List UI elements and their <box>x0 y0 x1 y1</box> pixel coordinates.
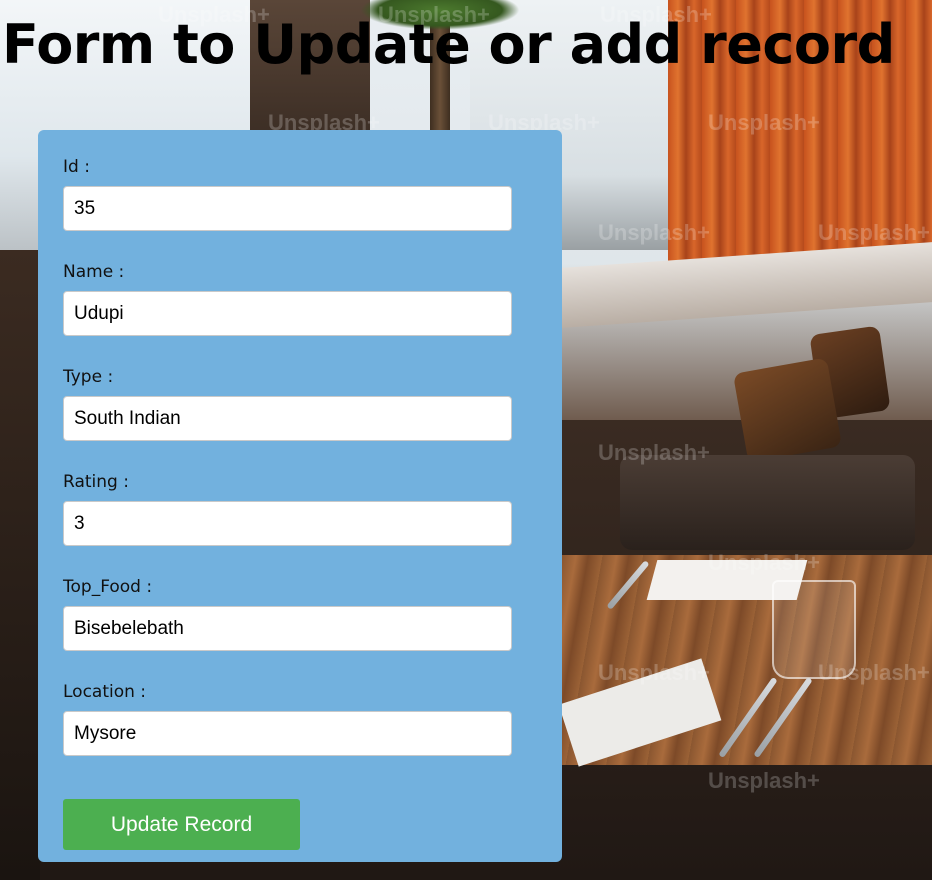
top-food-input[interactable] <box>63 606 512 651</box>
watermark-text: Unsplash+ <box>818 660 930 685</box>
form-field-type: Type : <box>63 366 512 471</box>
type-label: Type : <box>63 367 114 387</box>
update-record-button[interactable]: Update Record <box>63 799 300 850</box>
id-input[interactable] <box>63 186 512 231</box>
watermark-text: Unsplash+ <box>708 550 820 575</box>
watermark-text: Unsplash+ <box>598 660 710 685</box>
background-chair <box>732 357 843 463</box>
location-input[interactable] <box>63 711 512 756</box>
background-table <box>562 242 932 328</box>
watermark-text: Unsplash+ <box>818 220 930 245</box>
form-field-top-food: Top_Food : <box>63 576 512 681</box>
id-label: Id : <box>63 157 90 177</box>
form-field-location: Location : <box>63 681 512 786</box>
watermark-text: Unsplash+ <box>598 440 710 465</box>
watermark-text: Unsplash+ <box>708 768 820 793</box>
name-input[interactable] <box>63 291 512 336</box>
form-field-id: Id : <box>63 156 512 261</box>
background-chair <box>620 455 915 550</box>
rating-input[interactable] <box>63 501 512 546</box>
type-input[interactable] <box>63 396 512 441</box>
name-label: Name : <box>63 262 125 282</box>
watermark-text: Unsplash+ <box>598 220 710 245</box>
rating-label: Rating : <box>63 472 129 492</box>
background-shadow <box>0 250 40 880</box>
location-label: Location : <box>63 682 147 702</box>
form-field-rating: Rating : <box>63 471 512 576</box>
record-form: Id : Name : Type : Rating : Top_Food : L… <box>38 130 562 862</box>
watermark-text: Unsplash+ <box>708 110 820 135</box>
page-title: Form to Update or add record <box>2 13 895 76</box>
top-food-label: Top_Food : <box>63 577 153 597</box>
form-field-name: Name : <box>63 261 512 366</box>
